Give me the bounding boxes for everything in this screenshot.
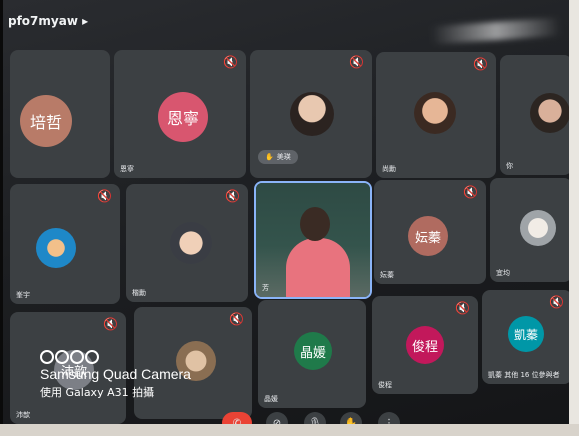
raised-hand-badge: ✋ 美瑛 bbox=[258, 150, 298, 164]
mic-off-icon: 🔇 bbox=[349, 55, 364, 69]
participant-avatar: 培哲 bbox=[20, 95, 72, 147]
participant-figure bbox=[286, 238, 350, 297]
meeting-code: pfo7myaw ▸ bbox=[8, 14, 89, 28]
monitor-bezel-right bbox=[569, 0, 579, 436]
participant-name: 楷勳 bbox=[132, 289, 146, 297]
quad-camera-icon bbox=[40, 350, 191, 364]
participant-name: 妘蓁 bbox=[380, 271, 394, 279]
participant-tile-3[interactable]: 🔇 ✋ 美瑛 bbox=[250, 50, 372, 178]
participant-photo bbox=[530, 93, 570, 133]
participant-tile-2[interactable]: 🔇 恩寧 恩寧 bbox=[114, 50, 246, 178]
participant-photo bbox=[520, 210, 556, 246]
participant-name: 凱蓁 其他 16 位參與者 bbox=[488, 371, 560, 379]
participant-photo bbox=[170, 222, 212, 264]
participant-name: 峯宇 bbox=[16, 291, 30, 299]
mic-off-icon: 🔇 bbox=[473, 57, 488, 71]
participant-avatar: 凱蓁 bbox=[508, 316, 544, 352]
mic-off-icon: 🔇 bbox=[455, 301, 470, 315]
participant-tile-5[interactable]: 你 bbox=[500, 55, 572, 175]
participant-tile-13[interactable]: 晶媛 晶媛 bbox=[258, 300, 366, 408]
watermark-line1: Samsung Quad Camera bbox=[40, 366, 191, 382]
participant-tile-1[interactable]: 培哲 bbox=[10, 50, 110, 178]
participant-photo bbox=[36, 228, 76, 268]
participant-avatar: 妘蓁 bbox=[408, 216, 448, 256]
participant-tile-9[interactable]: 🔇 妘蓁 妘蓁 bbox=[374, 180, 486, 284]
participant-head bbox=[300, 207, 330, 241]
participant-tile-4[interactable]: 🔇 尚勳 bbox=[376, 52, 496, 178]
hand-icon: ✋ bbox=[265, 153, 274, 161]
screen-glare bbox=[430, 17, 562, 45]
participant-name: 尚勳 bbox=[382, 165, 396, 173]
participant-photo bbox=[414, 92, 456, 134]
mic-off-icon: 🔇 bbox=[549, 295, 564, 309]
mic-off-icon: 🔇 bbox=[225, 189, 240, 203]
participant-name: 宜均 bbox=[496, 269, 510, 277]
more-participants-count: 其他 16 位參與者 bbox=[504, 371, 560, 379]
participant-name: 沛歆 bbox=[16, 411, 30, 419]
monitor-bezel-left bbox=[0, 0, 3, 436]
mic-off-icon: 🔇 bbox=[103, 317, 118, 331]
participant-tile-7[interactable]: 🔇 楷勳 bbox=[126, 184, 248, 302]
participant-tile-6[interactable]: 🔇 峯宇 bbox=[10, 184, 120, 304]
meet-screen: pfo7myaw ▸ 培哲 🔇 恩寧 恩寧 🔇 ✋ 美瑛 🔇 尚勳 你 🔇 峯宇 … bbox=[0, 0, 579, 436]
participant-tile-8-active-speaker[interactable]: 芳 bbox=[254, 181, 372, 299]
participant-name: 俊程 bbox=[378, 381, 392, 389]
participant-tile-14[interactable]: 🔇 俊程 俊程 bbox=[372, 296, 478, 394]
participant-name: 芳 bbox=[262, 284, 269, 292]
camera-watermark: Samsung Quad Camera 使用 Galaxy A31 拍攝 bbox=[40, 350, 191, 400]
participant-tile-10[interactable]: 宜均 bbox=[490, 178, 572, 282]
participant-avatar: 恩寧 bbox=[158, 92, 208, 142]
mic-off-icon: 🔇 bbox=[463, 185, 478, 199]
participant-avatar: 晶媛 bbox=[294, 332, 332, 370]
participant-tile-15[interactable]: 🔇 凱蓁 凱蓁 其他 16 位參與者 bbox=[482, 290, 572, 384]
participant-name: 晶媛 bbox=[264, 395, 278, 403]
participant-avatar: 俊程 bbox=[406, 326, 444, 364]
mic-off-icon: 🔇 bbox=[97, 189, 112, 203]
mic-off-icon: 🔇 bbox=[229, 312, 244, 326]
mic-off-icon: 🔇 bbox=[223, 55, 238, 69]
participant-photo bbox=[290, 92, 334, 136]
monitor-bezel-bottom bbox=[0, 424, 579, 436]
participant-name: 恩寧 bbox=[120, 165, 134, 173]
participant-name: 你 bbox=[506, 162, 513, 170]
watermark-line2: 使用 Galaxy A31 拍攝 bbox=[40, 386, 155, 399]
